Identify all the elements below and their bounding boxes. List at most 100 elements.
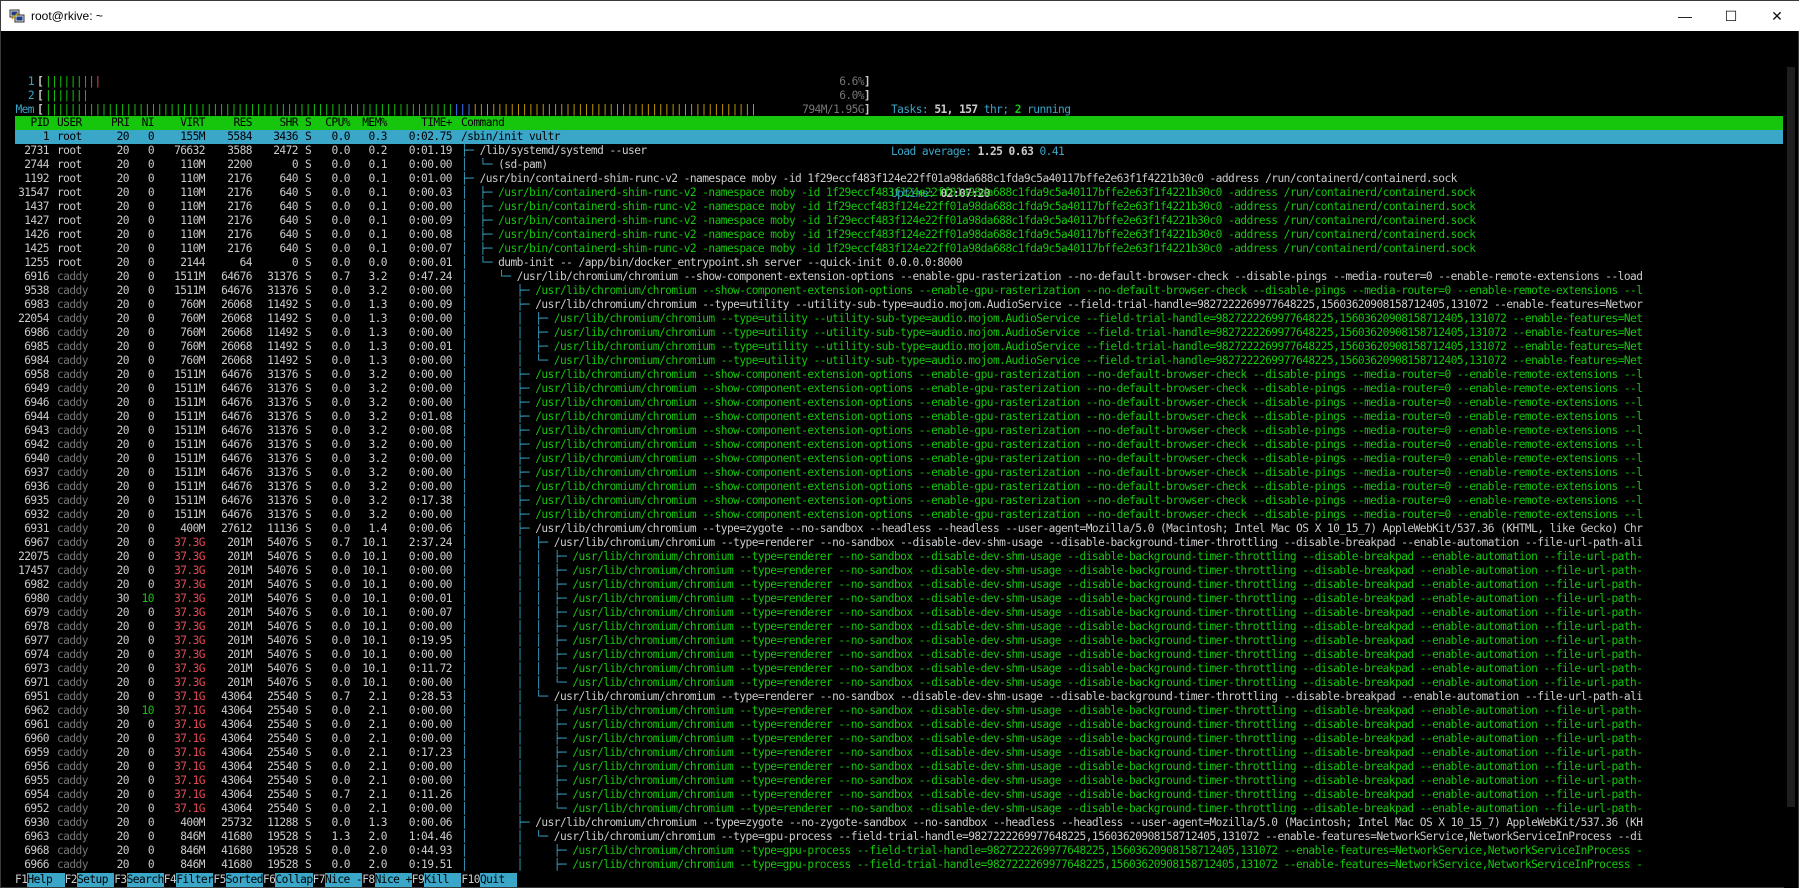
process-list[interactable]: 1 root 20 0 155M 5584 3436 S 0.0 0.3 0:02.75/sbin/… bbox=[15, 130, 1783, 872]
process-row[interactable]: 6952 caddy 20 0 37.1G 43064 25540 S 0.0 2.1 0:00.0… bbox=[15, 802, 1783, 816]
process-row[interactable]: 6984 caddy 20 0 760M 26068 11492 S 0.0 1.3 0:00.00… bbox=[15, 354, 1783, 368]
process-row[interactable]: 1255 root 20 0 2144 64 0 S 0.0 0.0 0:00.01 │ └─ dum… bbox=[15, 256, 1783, 270]
process-pid: 6983 bbox=[24, 298, 49, 311]
fkey-f6[interactable]: F6 bbox=[263, 873, 276, 887]
process-row[interactable]: 6954 caddy 20 0 37.1G 43064 25540 S 0.7 2.1 0:11.2… bbox=[15, 788, 1783, 802]
process-row[interactable]: 6951 caddy 20 0 37.1G 43064 25540 S 0.7 2.1 0:28.5… bbox=[15, 690, 1783, 704]
process-row[interactable]: 6971 caddy 20 0 37.3G 201M 54076 S 0.0 10.1 0:00.0… bbox=[15, 676, 1783, 690]
process-row[interactable]: 6944 caddy 20 0 1511M 64676 31376 S 0.0 3.2 0:01.0… bbox=[15, 410, 1783, 424]
fkey-label-sorted[interactable]: Sorted bbox=[225, 873, 263, 887]
process-row[interactable]: 6937 caddy 20 0 1511M 64676 31376 S 0.0 3.2 0:00.0… bbox=[15, 466, 1783, 480]
process-row[interactable]: 9538 caddy 20 0 1511M 64676 31376 S 0.0 3.2 0:00.0… bbox=[15, 284, 1783, 298]
col-state-header[interactable]: S bbox=[305, 116, 312, 130]
process-row[interactable]: 6956 caddy 20 0 37.1G 43064 25540 S 0.0 2.1 0:00.0… bbox=[15, 760, 1783, 774]
process-row[interactable]: 6974 caddy 20 0 37.3G 201M 54076 S 0.0 10.1 0:00.0… bbox=[15, 648, 1783, 662]
fkey-label-quit[interactable]: Quit bbox=[480, 873, 518, 887]
col-pid-header[interactable]: PID bbox=[15, 116, 49, 130]
process-row[interactable]: 22054 caddy 20 0 760M 26068 11492 S 0.0 1.3 0:00.0… bbox=[15, 312, 1783, 326]
process-row[interactable]: 1425 root 20 0 110M 2176 640 S 0.0 0.1 0:00.07 │ ├─… bbox=[15, 242, 1783, 256]
scrollbar-thumb[interactable] bbox=[1787, 67, 1795, 807]
col-command-header[interactable]: Command bbox=[461, 116, 505, 130]
process-row[interactable]: 6932 caddy 20 0 1511M 64676 31376 S 0.0 3.2 0:00.0… bbox=[15, 508, 1783, 522]
close-button[interactable]: ✕ bbox=[1754, 1, 1799, 31]
process-row[interactable]: 2731 root 20 0 76632 3588 2472 S 0.0 0.2 0:01.19 ├─… bbox=[15, 144, 1783, 158]
process-row[interactable]: 6916 caddy 20 0 1511M 64676 31376 S 0.7 3.2 0:47.2… bbox=[15, 270, 1783, 284]
process-state: S bbox=[305, 802, 312, 815]
process-row[interactable]: 6983 caddy 20 0 760M 26068 11492 S 0.0 1.3 0:00.09… bbox=[15, 298, 1783, 312]
col-time-header[interactable]: TIME+ bbox=[390, 116, 452, 130]
process-row[interactable]: 6963 caddy 20 0 846M 41680 19528 S 1.3 2.0 1:04.46… bbox=[15, 830, 1783, 844]
process-row[interactable]: 6942 caddy 20 0 1511M 64676 31376 S 0.0 3.2 0:00.0… bbox=[15, 438, 1783, 452]
col-ni-header[interactable]: NI bbox=[136, 116, 155, 130]
process-row[interactable]: 6985 caddy 20 0 760M 26068 11492 S 0.0 1.3 0:00.01… bbox=[15, 340, 1783, 354]
process-row[interactable]: 6959 caddy 20 0 37.1G 43064 25540 S 0.0 2.1 0:17.2… bbox=[15, 746, 1783, 760]
process-row[interactable]: 6973 caddy 20 0 37.3G 201M 54076 S 0.0 10.1 0:11.7… bbox=[15, 662, 1783, 676]
process-row[interactable]: 1192 root 20 0 110M 2176 640 S 0.0 0.1 0:01.00 ├─ /… bbox=[15, 172, 1783, 186]
process-row[interactable]: 6962 caddy 30 10 37.1G 43064 25540 S 0.0 2.1 0:00.… bbox=[15, 704, 1783, 718]
process-pid: 1427 bbox=[24, 214, 49, 227]
process-row[interactable]: 1426 root 20 0 110M 2176 640 S 0.0 0.1 0:00.08 │ ├─… bbox=[15, 228, 1783, 242]
process-row[interactable]: 6958 caddy 20 0 1511M 64676 31376 S 0.0 3.2 0:00.0… bbox=[15, 368, 1783, 382]
process-row[interactable]: 6960 caddy 20 0 37.1G 43064 25540 S 0.0 2.1 0:00.0… bbox=[15, 732, 1783, 746]
fkey-f7[interactable]: F7 bbox=[313, 873, 326, 887]
fkey-f3[interactable]: F3 bbox=[114, 873, 127, 887]
fkey-label-nice[interactable]: Nice - bbox=[325, 873, 363, 887]
col-mem-header[interactable]: MEM% bbox=[355, 116, 387, 130]
minimize-button[interactable]: — bbox=[1662, 1, 1708, 31]
process-row[interactable]: 6982 caddy 20 0 37.3G 201M 54076 S 0.0 10.1 0:00.0… bbox=[15, 578, 1783, 592]
process-row[interactable]: 6943 caddy 20 0 1511M 64676 31376 S 0.0 3.2 0:00.0… bbox=[15, 424, 1783, 438]
process-row[interactable]: 6966 caddy 20 0 846M 41680 19528 S 0.0 2.0 0:19.51… bbox=[15, 858, 1783, 872]
fkey-f5[interactable]: F5 bbox=[213, 873, 226, 887]
col-shr-header[interactable]: SHR bbox=[254, 116, 298, 130]
process-row[interactable]: 6949 caddy 20 0 1511M 64676 31376 S 0.0 3.2 0:00.0… bbox=[15, 382, 1783, 396]
process-row[interactable]: 6955 caddy 20 0 37.1G 43064 25540 S 0.0 2.1 0:00.0… bbox=[15, 774, 1783, 788]
fkey-label-search[interactable]: Search bbox=[126, 873, 164, 887]
col-cpu-header[interactable]: CPU% bbox=[318, 116, 350, 130]
process-row[interactable]: 6977 caddy 20 0 37.3G 201M 54076 S 0.0 10.1 0:19.9… bbox=[15, 634, 1783, 648]
process-row[interactable]: 6986 caddy 20 0 760M 26068 11492 S 0.0 1.3 0:00.00… bbox=[15, 326, 1783, 340]
process-row[interactable]: 22075 caddy 20 0 37.3G 201M 54076 S 0.0 10.1 0:00.… bbox=[15, 550, 1783, 564]
process-row[interactable]: 17457 caddy 20 0 37.3G 201M 54076 S 0.0 10.1 0:00.… bbox=[15, 564, 1783, 578]
process-row[interactable]: 1427 root 20 0 110M 2176 640 S 0.0 0.1 0:00.09 │ ├─… bbox=[15, 214, 1783, 228]
fkey-label-kill[interactable]: Kill bbox=[424, 873, 462, 887]
process-row[interactable]: 31547 root 20 0 110M 2176 640 S 0.0 0.1 0:00.03 │ ├… bbox=[15, 186, 1783, 200]
process-row[interactable]: 6940 caddy 20 0 1511M 64676 31376 S 0.0 3.2 0:00.0… bbox=[15, 452, 1783, 466]
fkey-f2[interactable]: F2 bbox=[65, 873, 78, 887]
fkey-label-setup[interactable]: Setup bbox=[77, 873, 115, 887]
fkey-f9[interactable]: F9 bbox=[412, 873, 425, 887]
fkey-f8[interactable]: F8 bbox=[362, 873, 375, 887]
col-user-header[interactable]: USER bbox=[57, 116, 82, 130]
maximize-button[interactable]: ☐ bbox=[1708, 1, 1754, 31]
process-row[interactable]: 1437 root 20 0 110M 2176 640 S 0.0 0.1 0:00.00 │ ├─… bbox=[15, 200, 1783, 214]
fkey-label-collap[interactable]: Collap bbox=[275, 873, 313, 887]
fkey-f1[interactable]: F1 bbox=[15, 873, 28, 887]
scrollbar[interactable] bbox=[1784, 31, 1798, 888]
process-row[interactable]: 6936 caddy 20 0 1511M 64676 31376 S 0.0 3.2 0:00.0… bbox=[15, 480, 1783, 494]
process-row[interactable]: 6968 caddy 20 0 846M 41680 19528 S 0.0 2.0 0:44.93… bbox=[15, 844, 1783, 858]
process-table-header[interactable]: PID USER PRI NI VIRT RES SHR S CPU% MEM% TIME+ Comm… bbox=[15, 116, 1783, 130]
process-row[interactable]: 6931 caddy 20 0 400M 27612 11136 S 0.0 1.4 0:00.06… bbox=[15, 522, 1783, 536]
process-row[interactable]: 6967 caddy 20 0 37.3G 201M 54076 S 0.7 10.1 2:37.2… bbox=[15, 536, 1783, 550]
process-user: caddy bbox=[57, 326, 88, 339]
terminal-content[interactable]: 1[||||||||| 6.6%] 2[||||||| 6.0%] Mem[||||||… bbox=[15, 47, 1783, 887]
process-priority: 20 bbox=[116, 382, 130, 395]
process-row[interactable]: 6978 caddy 20 0 37.3G 201M 54076 S 0.0 10.1 0:00.0… bbox=[15, 620, 1783, 634]
fkey-label-filter[interactable]: Filter bbox=[176, 873, 214, 887]
col-virt-header[interactable]: VIRT bbox=[159, 116, 205, 130]
fkey-label-nice[interactable]: Nice + bbox=[374, 873, 412, 887]
process-row[interactable]: 6930 caddy 20 0 400M 25732 11288 S 0.0 1.3 0:00.06… bbox=[15, 816, 1783, 830]
fkey-f10[interactable]: F10 bbox=[461, 873, 480, 887]
process-row[interactable]: 6935 caddy 20 0 1511M 64676 31376 S 0.0 3.2 0:17.3… bbox=[15, 494, 1783, 508]
col-res-header[interactable]: RES bbox=[207, 116, 252, 130]
fkey-f4[interactable]: F4 bbox=[164, 873, 177, 887]
title-bar[interactable]: root@rkive: ~ — ☐ ✕ bbox=[1, 1, 1799, 31]
process-row[interactable]: 6980 caddy 30 10 37.3G 201M 54076 S 0.0 10.1 0:00.… bbox=[15, 592, 1783, 606]
process-row[interactable]: 6961 caddy 20 0 37.1G 43064 25540 S 0.0 2.1 0:00.0… bbox=[15, 718, 1783, 732]
process-row[interactable]: 2744 root 20 0 110M 2200 0 S 0.0 0.1 0:00.00 │ └─ (… bbox=[15, 158, 1783, 172]
process-row[interactable]: 1 root 20 0 155M 5584 3436 S 0.0 0.3 0:02.75/sbin/… bbox=[15, 130, 1783, 144]
process-row[interactable]: 6946 caddy 20 0 1511M 64676 31376 S 0.0 3.2 0:00.0… bbox=[15, 396, 1783, 410]
col-pri-header[interactable]: PRI bbox=[111, 116, 130, 130]
fkey-label-help[interactable]: Help bbox=[27, 873, 65, 887]
process-shr: 640 bbox=[279, 214, 298, 227]
process-row[interactable]: 6979 caddy 20 0 37.3G 201M 54076 S 0.0 10.1 0:00.0… bbox=[15, 606, 1783, 620]
